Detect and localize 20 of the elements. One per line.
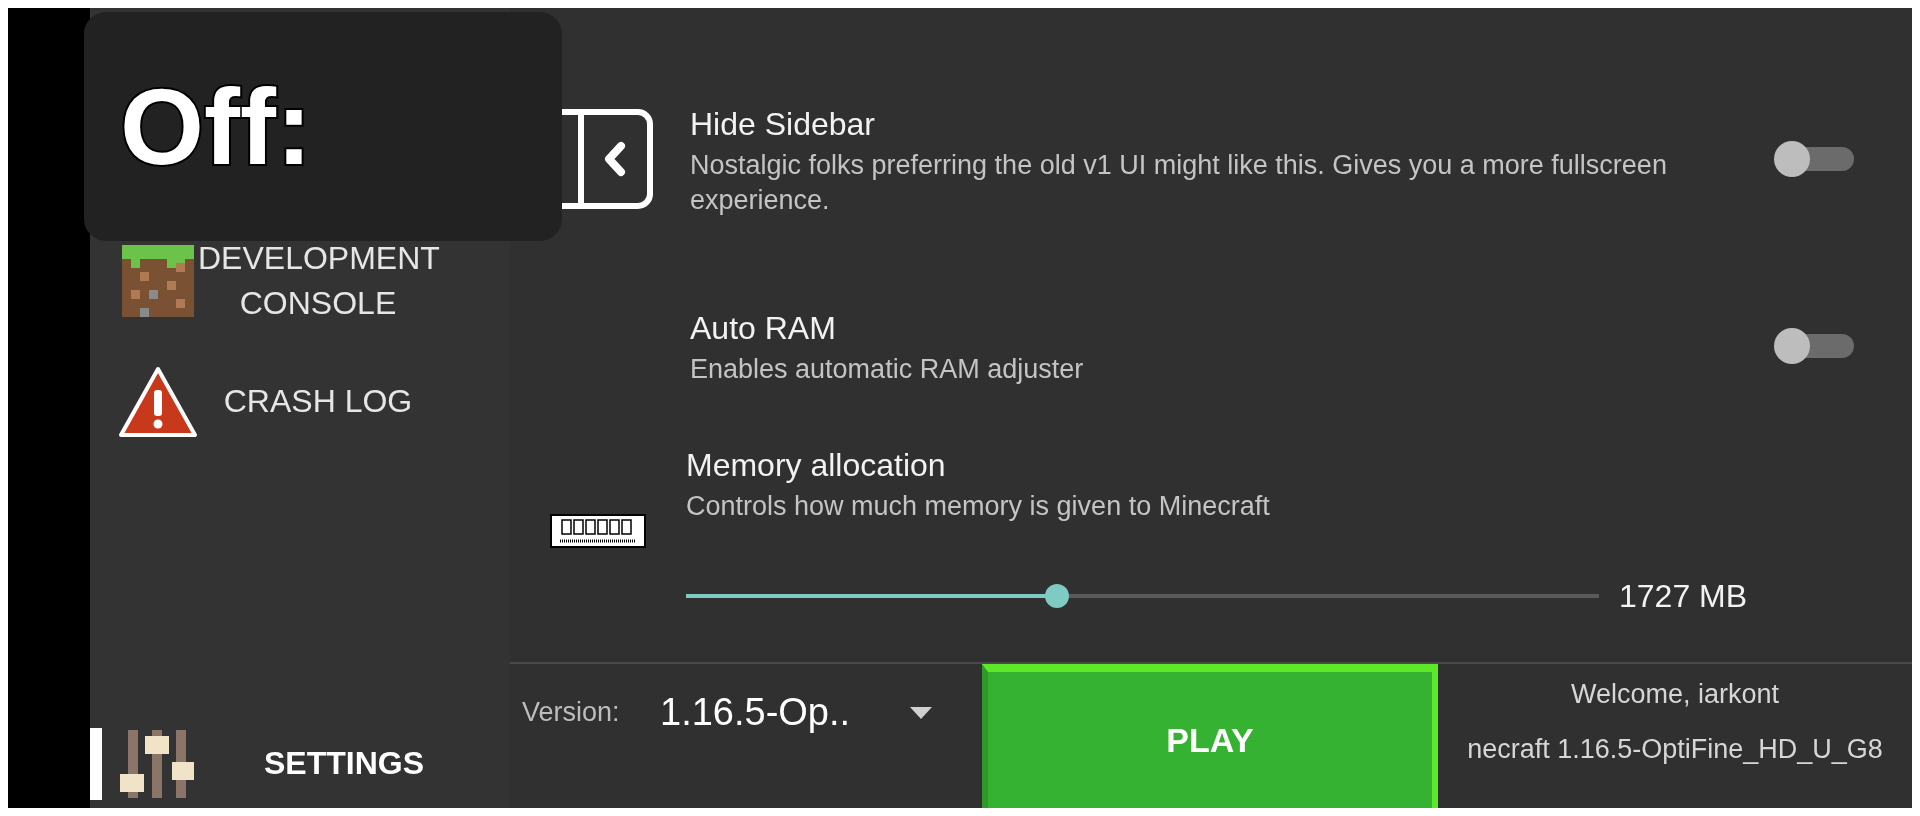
setting-title: Hide Sidebar — [690, 105, 876, 144]
setting-title: Auto RAM — [690, 309, 837, 349]
memory-value: 1727 MB — [1619, 577, 1748, 617]
profile-text: necraft 1.16.5-OptiFine_HD_U_G8 — [1467, 732, 1883, 766]
toggle-switch[interactable] — [1774, 141, 1854, 178]
version-dropdown[interactable]: 1.16.5-Op.. — [660, 684, 933, 741]
warning-icon — [118, 365, 198, 438]
caret-icon — [910, 706, 933, 719]
sidebar-item[interactable]: CRASH LOG — [90, 365, 510, 438]
memory-chip-icon — [550, 513, 646, 548]
setting-title: Memory allocation — [686, 446, 947, 486]
sidebar-item[interactable]: SETTINGS — [90, 727, 510, 800]
caption-text: Off: — [120, 64, 312, 189]
setting-description: Nostalgic folks preferring the old v1 UI might like this. Gives you a more fullscreen experience. — [690, 149, 1668, 218]
memory-slider[interactable] — [686, 584, 1599, 609]
toggle-switch[interactable] — [1774, 327, 1854, 364]
welcome-text: Welcome, iarkont — [1570, 678, 1780, 711]
version-label: Version: — [522, 696, 621, 730]
setting-description: Controls how much memory is given to Minecraft — [686, 490, 1271, 524]
setting-description: Enables automatic RAM adjuster — [690, 353, 1085, 387]
